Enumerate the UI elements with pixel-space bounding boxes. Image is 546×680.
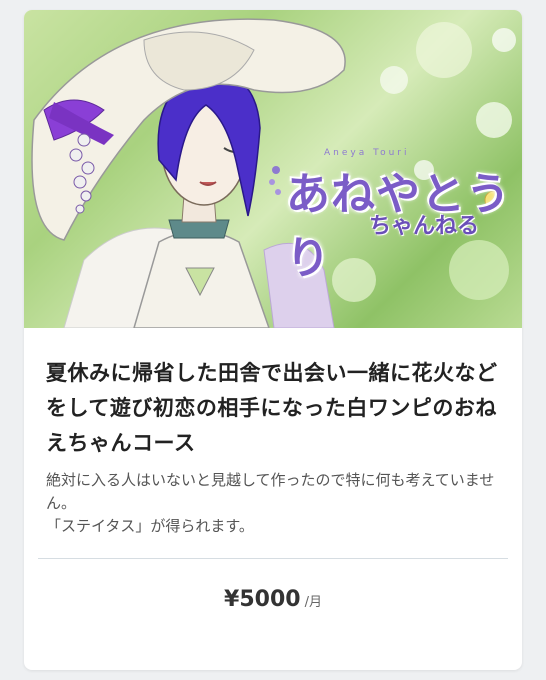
plan-title: 夏休みに帰省した田舎で出会い一緒に花火などをして遊び初恋の相手になった白ワンピの… [46, 361, 498, 455]
plan-card[interactable]: Aneya Touri あねやとうり ちゃんねる 夏休みに帰省した田舎で出会い一… [24, 10, 522, 670]
logo-small-text: Aneya Touri [324, 148, 410, 158]
price-row: ¥5000/月 [24, 587, 522, 612]
divider [38, 558, 508, 559]
plan-price: ¥5000 [224, 587, 301, 612]
plan-cover-image: Aneya Touri あねやとうり ちゃんねる [24, 10, 522, 328]
price-unit: /月 [304, 595, 322, 610]
channel-logo-sub: ちゃんねる [369, 213, 480, 239]
plan-body: 夏休みに帰省した田舎で出会い一緒に花火などをして遊び初恋の相手になった白ワンピの… [24, 328, 522, 538]
plan-description: 絶対に入る人はいないと見越して作ったので特に何も考えていません。 「ステイタス」… [46, 471, 495, 535]
